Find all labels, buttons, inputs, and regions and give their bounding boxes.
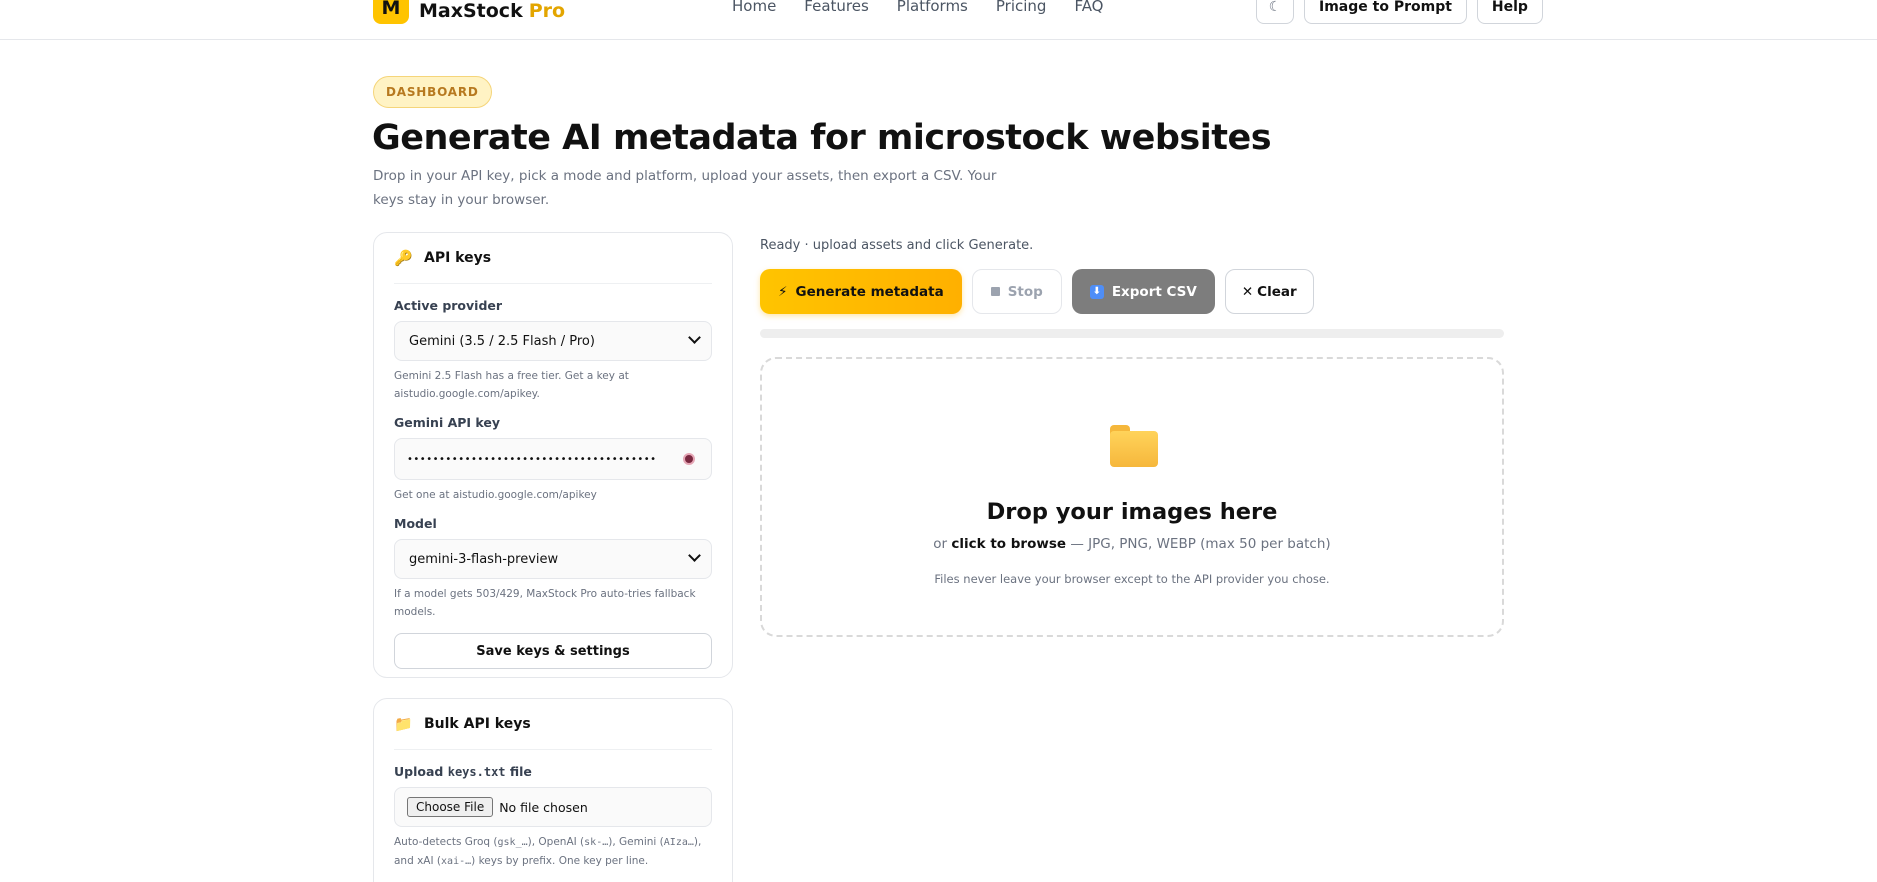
close-icon: ✕	[1241, 283, 1254, 300]
moon-icon: ☾	[1268, 0, 1282, 15]
export-csv-button[interactable]: ⬇ Export CSV	[1071, 269, 1215, 314]
brand-name-text: MaxStock	[419, 0, 523, 22]
action-bar: ⚡ Generate metadata Stop ⬇ Export CSV ✕ …	[760, 269, 1314, 314]
folder-icon: 📁	[394, 715, 413, 733]
save-settings-button[interactable]: Save keys & settings	[394, 633, 712, 669]
bulk-keys-title: Bulk API keys	[424, 716, 531, 732]
hint-part: ) keys by prefix. One key per line.	[471, 855, 649, 867]
nav-features[interactable]: Features	[804, 0, 869, 15]
image-to-prompt-button[interactable]: Image to Prompt	[1304, 0, 1467, 24]
browse-link[interactable]: click to browse	[951, 536, 1066, 552]
main-nav: Home Features Platforms Pricing FAQ	[732, 0, 1104, 15]
no-file-text: No file chosen	[499, 799, 588, 815]
api-keys-title: API keys	[424, 250, 492, 266]
chevron-down-icon	[688, 549, 701, 562]
dropzone-sub-pre: or	[933, 536, 948, 552]
bulk-api-keys-card: 📁 Bulk API keys Upload keys.txt file Cho…	[373, 698, 733, 882]
api-key-value: •••••••••••••••••••••••••••••••••••••••	[407, 453, 657, 465]
hint-code: sk-…	[584, 837, 609, 848]
provider-hint: Gemini 2.5 Flash has a free tier. Get a …	[394, 370, 629, 400]
nav-faq[interactable]: FAQ	[1074, 0, 1103, 15]
hint-part: ), Gemini (	[608, 836, 664, 848]
model-select-value: gemini-3-flash-preview	[409, 551, 559, 567]
eye-icon[interactable]	[683, 453, 695, 465]
page-subtitle: Drop in your API key, pick a mode and pl…	[373, 168, 997, 208]
hint-code: AIza…	[663, 837, 694, 848]
dropzone-title: Drop your images here	[986, 499, 1278, 525]
stop-button[interactable]: Stop	[971, 269, 1062, 314]
bulk-keys-header: 📁 Bulk API keys	[394, 699, 712, 750]
dropzone-subtitle: or click to browse — JPG, PNG, WEBP (max…	[762, 536, 1502, 552]
api-keys-card: 🔑 API keys Active provider Gemini (3.5 /…	[373, 232, 733, 678]
choose-file-button[interactable]: Choose File	[407, 797, 494, 817]
upload-label-post: file	[509, 764, 532, 779]
api-keys-header: 🔑 API keys	[394, 233, 712, 284]
api-key-hint: Get one at aistudio.google.com/apikey	[394, 489, 597, 501]
generate-label: Generate metadata	[795, 283, 944, 300]
header-actions: ☾ Image to Prompt Help	[1256, 0, 1543, 24]
top-navbar: M MaxStock Pro Home Features Platforms Pr…	[0, 0, 1877, 40]
provider-select-value: Gemini (3.5 / 2.5 Flash / Pro)	[409, 333, 595, 349]
status-text: Ready · upload assets and click Generate…	[760, 238, 1034, 253]
hint-part: Auto-detects Groq (	[394, 836, 498, 848]
model-select[interactable]: gemini-3-flash-preview	[394, 539, 712, 579]
brand-logo: M	[373, 0, 409, 24]
folder-icon	[1110, 425, 1158, 467]
progress-bar	[760, 329, 1504, 338]
image-dropzone[interactable]: Drop your images here or click to browse…	[760, 357, 1504, 637]
api-key-label: Gemini API key	[394, 415, 501, 430]
clear-button[interactable]: ✕ Clear	[1224, 269, 1314, 314]
model-hint: If a model gets 503/429, MaxStock Pro au…	[394, 588, 696, 618]
hint-code: gsk_…	[497, 837, 528, 848]
generate-metadata-button[interactable]: ⚡ Generate metadata	[760, 269, 962, 314]
stop-label: Stop	[1007, 283, 1043, 300]
provider-select[interactable]: Gemini (3.5 / 2.5 Flash / Pro)	[394, 321, 712, 361]
upload-keys-label: Upload keys.txt file	[394, 764, 712, 779]
brand-suffix: Pro	[528, 0, 566, 22]
bulk-keys-hint: Auto-detects Groq (gsk_…), OpenAI (sk-…)…	[394, 833, 712, 871]
help-button[interactable]: Help	[1476, 0, 1543, 24]
upload-label-pre: Upload	[394, 764, 444, 779]
key-icon: 🔑	[394, 249, 413, 267]
stop-icon	[990, 287, 1000, 296]
download-icon: ⬇	[1089, 284, 1104, 299]
brand[interactable]: M MaxStock Pro	[373, 0, 565, 24]
dropzone-note: Files never leave your browser except to…	[934, 572, 1330, 586]
hint-part: ), OpenAI (	[527, 836, 585, 848]
provider-label: Active provider	[394, 298, 503, 313]
clear-label: Clear	[1257, 283, 1297, 300]
keys-file-input[interactable]: Choose File No file chosen	[394, 787, 712, 827]
model-label: Model	[394, 516, 437, 531]
dashboard-badge: DASHBOARD	[373, 76, 492, 108]
brand-name: MaxStock Pro	[419, 0, 565, 22]
export-label: Export CSV	[1111, 283, 1197, 300]
nav-pricing[interactable]: Pricing	[996, 0, 1047, 15]
lightning-icon: ⚡	[778, 283, 788, 300]
nav-platforms[interactable]: Platforms	[897, 0, 968, 15]
nav-home[interactable]: Home	[732, 0, 776, 15]
upload-label-filename: keys.txt	[447, 765, 506, 779]
page-title: Generate AI metadata for microstock webs…	[372, 118, 1272, 158]
dropzone-sub-post: — JPG, PNG, WEBP (max 50 per batch)	[1070, 536, 1331, 552]
chevron-down-icon	[688, 331, 701, 344]
api-key-input[interactable]: •••••••••••••••••••••••••••••••••••••••	[394, 438, 712, 480]
theme-toggle-button[interactable]: ☾	[1256, 0, 1294, 24]
hint-code: xai-…	[441, 856, 472, 867]
